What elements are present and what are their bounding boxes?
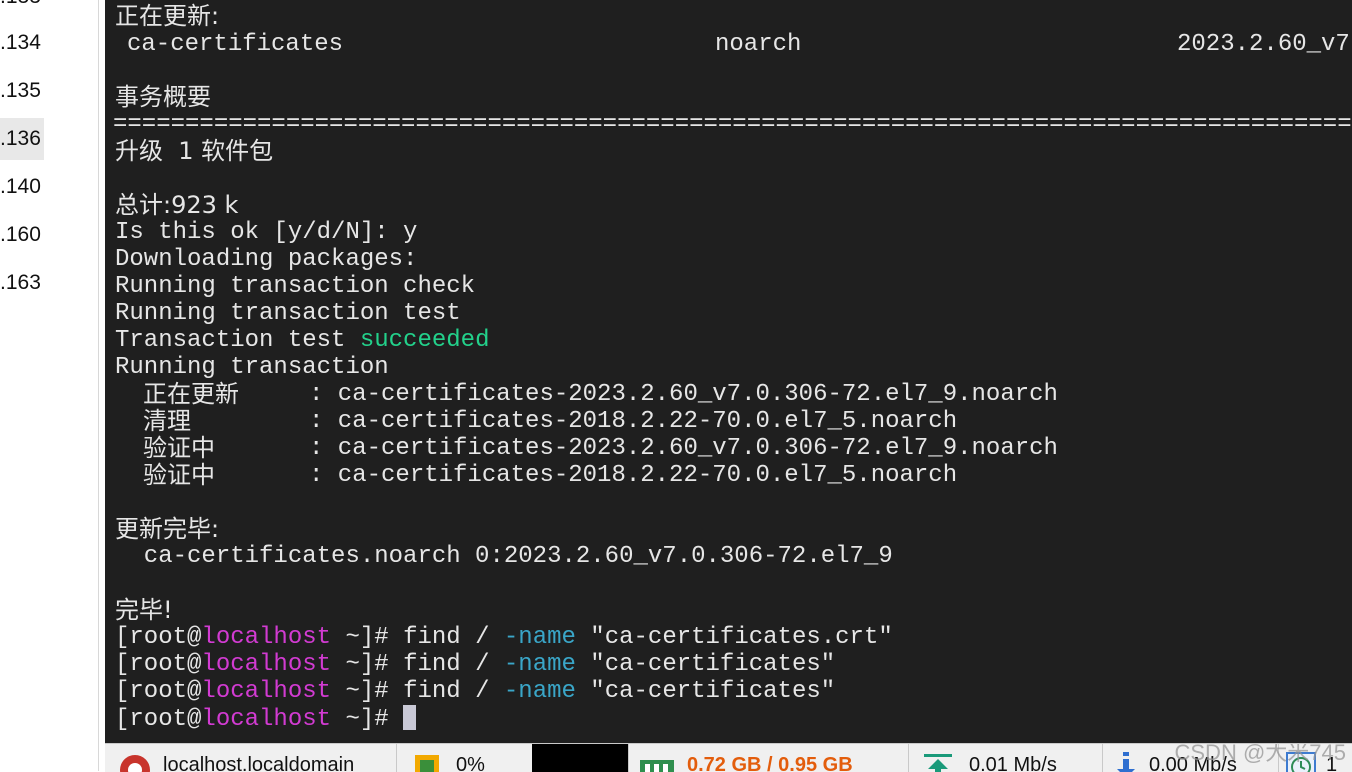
prompt-host: localhost [201, 706, 332, 733]
command-arg: "ca-certificates" [575, 651, 836, 678]
session-item-133[interactable]: .133 [0, 0, 44, 18]
prompt-host: localhost [201, 678, 332, 705]
total-size-line: 总计:923 k [115, 191, 239, 219]
prompt-host: localhost [201, 651, 332, 678]
command-arg: "ca-certificates" [575, 678, 836, 705]
command-text: find / [403, 678, 504, 705]
tx-step-action: 正在更新 [143, 380, 239, 408]
status-bar: localhost.localdomain 0% 0.72 GB / 0.95 … [105, 743, 1352, 772]
tx-test-result-line: Transaction test succeeded [115, 327, 489, 354]
prompt-tail: ~]# [331, 651, 404, 678]
tx-step-package: : ca-certificates-2018.2.22-70.0.el7_5.n… [309, 408, 958, 435]
separator-line: ========================================… [113, 111, 1352, 138]
command-line: [root@localhost ~]# find / -name "ca-cer… [115, 678, 835, 705]
package-name: ca-certificates [127, 31, 344, 58]
session-item-163[interactable]: .163 [0, 262, 44, 304]
tx-check-line: Running transaction check [115, 273, 476, 300]
ram-icon [640, 760, 674, 772]
cpu-indicator: 0% [396, 744, 533, 772]
session-item-134[interactable]: .134 [0, 22, 44, 64]
session-indicator[interactable]: localhost.localdomain [105, 744, 397, 772]
tx-step-package: : ca-certificates-2023.2.60_v7.0.306-72.… [309, 381, 1058, 408]
command-option: -name [503, 624, 576, 651]
package-version: 2023.2.60_v7. [1177, 31, 1352, 58]
command-line: [root@localhost ~]# find / -name "ca-cer… [115, 624, 893, 651]
session-label: localhost.localdomain [163, 754, 355, 772]
command-option: -name [503, 651, 576, 678]
cpu-graph [532, 744, 629, 772]
upgrade-count-line: 升级 1 软件包 [115, 137, 274, 165]
tx-step-package: : ca-certificates-2018.2.22-70.0.el7_5.n… [309, 462, 958, 489]
prompt-tail: ~]# [331, 624, 404, 651]
prompt-tail: ~]# [331, 678, 404, 705]
session-item-135[interactable]: .135 [0, 70, 44, 112]
terminal-cursor [403, 705, 417, 730]
cpu-chip-icon [415, 755, 439, 772]
tx-step-action: 验证中 [143, 461, 215, 489]
ram-indicator: 0.72 GB / 0.95 GB [628, 744, 909, 772]
tx-test-result-prefix: Transaction test [115, 327, 360, 354]
confirm-prompt-line: Is this ok [y/d/N]: y [115, 219, 418, 246]
tx-test-line: Running transaction test [115, 300, 461, 327]
download-arrow-icon [1117, 752, 1135, 772]
command-text: find / [403, 651, 504, 678]
upload-arrow-icon [924, 754, 952, 772]
command-option: -name [503, 678, 576, 705]
session-item-136[interactable]: .136 [0, 118, 44, 160]
session-item-140[interactable]: .140 [0, 166, 44, 208]
tx-running-line: Running transaction [115, 354, 389, 381]
package-arch: noarch [715, 31, 802, 58]
linux-icon [120, 755, 150, 772]
prompt-user: [root@ [115, 678, 202, 705]
prompt-user: [root@ [115, 624, 202, 651]
tx-test-status: succeeded [359, 327, 490, 354]
tx-step-action: 清理 [143, 407, 191, 435]
prompt-user: [root@ [115, 706, 202, 733]
session-item-160[interactable]: .160 [0, 214, 44, 256]
session-sidebar: .133 .134 .135 .136 .140 .160 .163 [0, 0, 99, 771]
cpu-usage: 0% [456, 754, 485, 772]
ram-usage: 0.72 GB / 0.95 GB [687, 754, 853, 772]
done-line: 完毕! [115, 596, 173, 624]
tx-step-action: 验证中 [143, 434, 215, 462]
command-text: find / [403, 624, 504, 651]
command-arg: "ca-certificates.crt" [575, 624, 893, 651]
terminal-window[interactable]: 正在更新: ca-certificates noarch 2023.2.60_v… [105, 0, 1352, 743]
updated-package: ca-certificates.noarch 0:2023.2.60_v7.0.… [115, 543, 893, 570]
command-line: [root@localhost ~]# find / -name "ca-cer… [115, 651, 835, 678]
prompt-user: [root@ [115, 651, 202, 678]
upload-indicator: 0.01 Mb/s [908, 744, 1103, 772]
upload-speed: 0.01 Mb/s [969, 754, 1057, 772]
updating-header: 正在更新: [115, 2, 220, 30]
prompt-tail: ~]# [331, 706, 404, 733]
downloading-line: Downloading packages: [115, 246, 418, 273]
watermark: CSDN @大米745 [1174, 743, 1347, 765]
tx-step-package: : ca-certificates-2023.2.60_v7.0.306-72.… [309, 435, 1058, 462]
summary-header: 事务概要 [115, 83, 211, 111]
active-prompt-line[interactable]: [root@localhost ~]# [115, 705, 417, 733]
updated-header: 更新完毕: [115, 515, 220, 543]
prompt-host: localhost [201, 624, 332, 651]
